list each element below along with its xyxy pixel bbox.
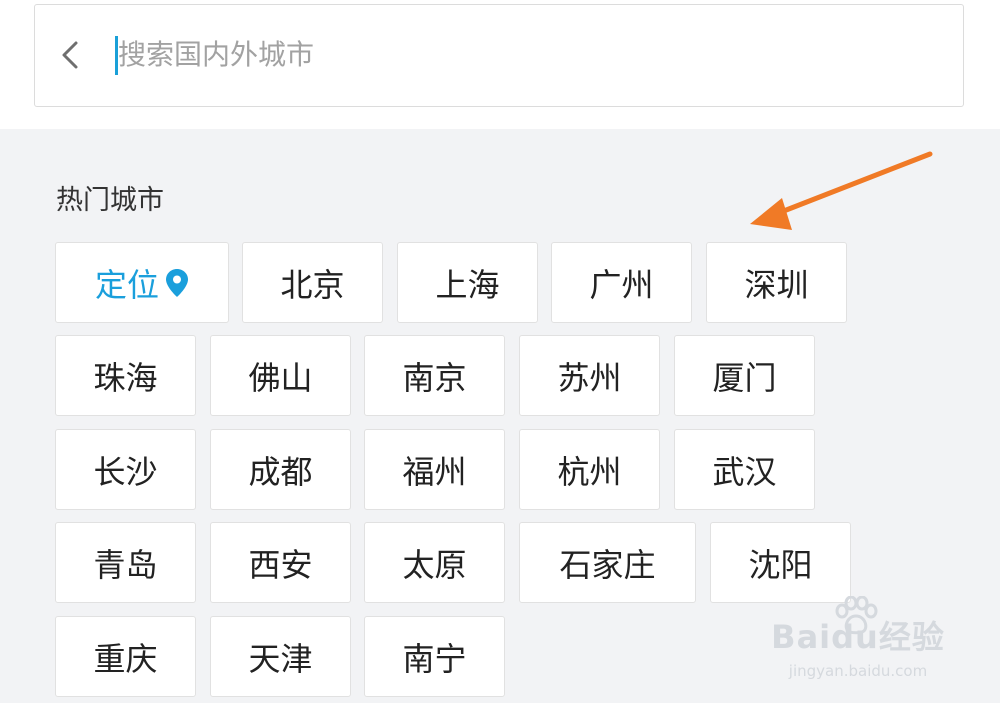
city-button[interactable]: 太原 <box>364 522 505 603</box>
location-pin-icon <box>166 268 188 297</box>
city-button[interactable]: 深圳 <box>706 242 847 323</box>
city-button[interactable]: 南京 <box>364 335 505 416</box>
city-button[interactable]: 杭州 <box>519 429 660 510</box>
city-button[interactable]: 西安 <box>210 522 351 603</box>
city-button[interactable]: 成都 <box>210 429 351 510</box>
city-button[interactable]: 上海 <box>397 242 538 323</box>
city-button[interactable]: 石家庄 <box>519 522 696 603</box>
city-button[interactable]: 福州 <box>364 429 505 510</box>
city-button[interactable]: 广州 <box>551 242 692 323</box>
search-input[interactable] <box>118 28 938 80</box>
city-button[interactable]: 重庆 <box>55 616 196 697</box>
city-button[interactable]: 沈阳 <box>710 522 851 603</box>
city-button[interactable]: 苏州 <box>519 335 660 416</box>
hot-cities-title: 热门城市 <box>56 185 164 216</box>
city-button[interactable]: 北京 <box>242 242 383 323</box>
locate-button[interactable]: 定位 <box>55 242 229 323</box>
header <box>0 0 1000 129</box>
city-button[interactable]: 武汉 <box>674 429 815 510</box>
city-button[interactable]: 青岛 <box>55 522 196 603</box>
baidu-watermark: Baidu经验 jingyan.baidu.com <box>758 596 958 682</box>
city-button[interactable]: 长沙 <box>55 429 196 510</box>
city-button[interactable]: 天津 <box>210 616 351 697</box>
city-button[interactable]: 珠海 <box>55 335 196 416</box>
watermark-site: jingyan.baidu.com <box>788 662 928 680</box>
city-button[interactable]: 南宁 <box>364 616 505 697</box>
locate-label: 定位 <box>94 265 159 304</box>
back-arrow-icon[interactable] <box>58 40 84 70</box>
paw-logo-icon <box>835 596 878 635</box>
city-button[interactable]: 佛山 <box>210 335 351 416</box>
annotation-arrow-icon <box>750 151 933 230</box>
city-button[interactable]: 厦门 <box>674 335 815 416</box>
